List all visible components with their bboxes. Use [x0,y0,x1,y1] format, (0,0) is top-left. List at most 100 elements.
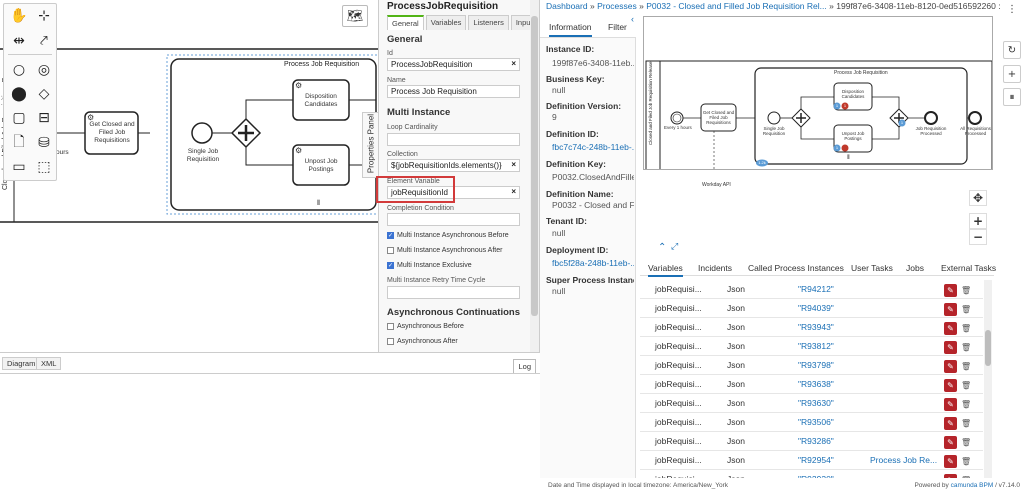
refresh-icon[interactable]: ↻ [1003,41,1021,59]
delete-icon[interactable]: 🗑 [961,398,971,411]
breadcrumb-dashboard[interactable]: Dashboard [546,1,588,11]
delete-icon[interactable]: 🗑 [961,360,971,373]
variables-scrollbar[interactable] [984,280,992,478]
variable-value[interactable]: "R92954" [798,455,834,465]
ac-before-checkbox[interactable]: Asynchronous Before [387,323,464,330]
variable-value[interactable]: "R93630" [798,398,834,408]
space-tool-icon[interactable]: ⇹ [10,32,28,50]
clear-icon[interactable]: × [511,59,516,68]
tab-filter[interactable]: Filter [608,22,627,32]
variable-value[interactable]: "R93798" [798,360,834,370]
delete-icon[interactable]: 🗑 [961,417,971,430]
variable-value[interactable]: "R94039" [798,303,834,313]
id-field[interactable]: ProcessJobRequisition × [387,58,520,71]
async-before-checkbox[interactable]: ✓ Multi Instance Asynchronous Before [387,232,509,239]
lasso-tool-icon[interactable]: ⊹ [35,7,53,25]
edit-icon[interactable]: ✎ [944,360,957,373]
delete-icon[interactable]: 🗑 [961,455,971,468]
properties-panel-toggle[interactable]: Properties Panel [362,112,378,178]
camunda-link[interactable]: camunda BPM [951,482,994,489]
scrollbar-thumb[interactable] [985,330,991,366]
edit-icon[interactable]: ✎ [944,398,957,411]
delete-icon[interactable]: 🗑 [961,341,971,354]
task-icon[interactable]: ▢ [10,109,28,127]
diagram-badge[interactable]: 1 [832,145,842,150]
collapse-sidebar-icon[interactable]: ‹ [631,14,634,24]
variable-value[interactable]: "R93943" [798,322,834,332]
delete-icon[interactable]: 🗑 [961,284,971,297]
collection-field[interactable]: ${jobRequisitionIds.elements()} × [387,159,520,172]
log-button[interactable]: Log [513,359,536,374]
variable-value[interactable]: "R93506" [798,417,834,427]
delete-icon[interactable]: 🗑 [961,379,971,392]
bpmn-canvas[interactable]: ⦀ Closed and Filed Job Requisitions Proc… [0,0,378,352]
clear-icon[interactable]: × [511,187,516,196]
delete-icon[interactable]: 🗑 [961,436,971,449]
variable-value[interactable]: "R94212" [798,284,834,294]
delete-icon[interactable]: 🗑 [961,303,971,316]
end-event-icon[interactable]: ⬤ [10,85,28,103]
tab-external-tasks[interactable]: External Tasks [941,263,996,273]
variable-value[interactable]: "R93286" [798,436,834,446]
gateway-icon[interactable]: ◇ [35,85,53,103]
edit-icon[interactable]: ✎ [944,341,957,354]
zoom-out-icon[interactable]: − [969,229,987,245]
tab-general[interactable]: General [387,15,424,30]
ac-after-checkbox[interactable]: Asynchronous After [387,338,458,345]
hand-tool-icon[interactable]: ✋ [10,7,28,25]
delete-icon[interactable]: 🗑 [961,322,971,335]
tab-diagram[interactable]: Diagram [2,357,41,370]
loop-cardinality-field[interactable] [387,133,520,146]
data-store-icon[interactable]: ⛁ [35,134,53,152]
variable-scope[interactable]: Process Job Re... [870,455,937,465]
properties-scrollbar[interactable] [530,0,539,352]
edit-icon[interactable]: ✎ [944,436,957,449]
expand-icon[interactable]: ⤢ [671,242,678,252]
zoom-in-icon[interactable]: + [969,213,987,229]
minimap-toggle-button[interactable]: 🗺 [342,5,368,27]
start-event-icon[interactable]: ○ [10,61,28,79]
retry-time-cycle-field[interactable] [387,286,520,299]
tab-called-process-instances[interactable]: Called Process Instances [748,263,844,273]
intermediate-event-icon[interactable]: ◎ [35,61,53,79]
edit-icon[interactable]: ✎ [944,474,957,478]
variable-value[interactable]: "R92930" [798,474,834,478]
more-options-icon[interactable]: ⋮ [1003,0,1021,18]
tab-user-tasks[interactable]: User Tasks [851,263,893,273]
subprocess-icon[interactable]: ⊟ [35,109,53,127]
delete-icon[interactable]: 🗑 [961,474,971,478]
tab-variables[interactable]: Variables [648,263,683,277]
tab-incidents[interactable]: Incidents [698,263,732,273]
tab-information[interactable]: Information [549,22,592,37]
reset-zoom-icon[interactable]: ✥ [969,190,987,206]
async-after-checkbox[interactable]: Multi Instance Asynchronous After [387,247,502,254]
add-icon[interactable]: + [1003,65,1021,83]
edit-icon[interactable]: ✎ [944,455,957,468]
variable-value[interactable]: "R93812" [798,341,834,351]
tab-listeners[interactable]: Listeners [468,15,509,30]
breadcrumb-processes[interactable]: Processes [597,1,637,11]
data-object-icon[interactable]: 🗋 [10,134,28,152]
edit-icon[interactable]: ✎ [944,284,957,297]
exclusive-checkbox[interactable]: ✓ Multi Instance Exclusive [387,262,472,269]
tab-xml[interactable]: XML [36,357,62,370]
tab-variables[interactable]: Variables [425,15,467,30]
pause-icon[interactable]: ⏸ [1003,88,1021,106]
tab-jobs[interactable]: Jobs [906,263,924,273]
collapse-up-icon[interactable]: ⌃ [658,242,666,253]
completion-condition-field[interactable] [387,213,520,226]
edit-icon[interactable]: ✎ [944,303,957,316]
diagram-count-badge[interactable]: 1.2k [756,160,768,165]
process-diagram[interactable]: ⦀ Closed and Filed Job Requisition Relea… [643,16,993,170]
edit-icon[interactable]: ✎ [944,417,957,430]
breadcrumb-definition[interactable]: P0032 - Closed and Filled Job Requisitio… [646,1,827,11]
scrollbar-thumb[interactable] [531,16,538,316]
clear-icon[interactable]: × [511,160,516,169]
participant-icon[interactable]: ▭ [10,158,28,176]
deployment-id-link[interactable]: fbc5f28a-248b-11eb-... [552,258,634,268]
edit-icon[interactable]: ✎ [944,379,957,392]
variable-value[interactable]: "R93638" [798,379,834,389]
diagram-badge[interactable]: 1 [897,120,907,125]
edit-icon[interactable]: ✎ [944,322,957,335]
group-icon[interactable]: ⬚ [35,158,53,176]
